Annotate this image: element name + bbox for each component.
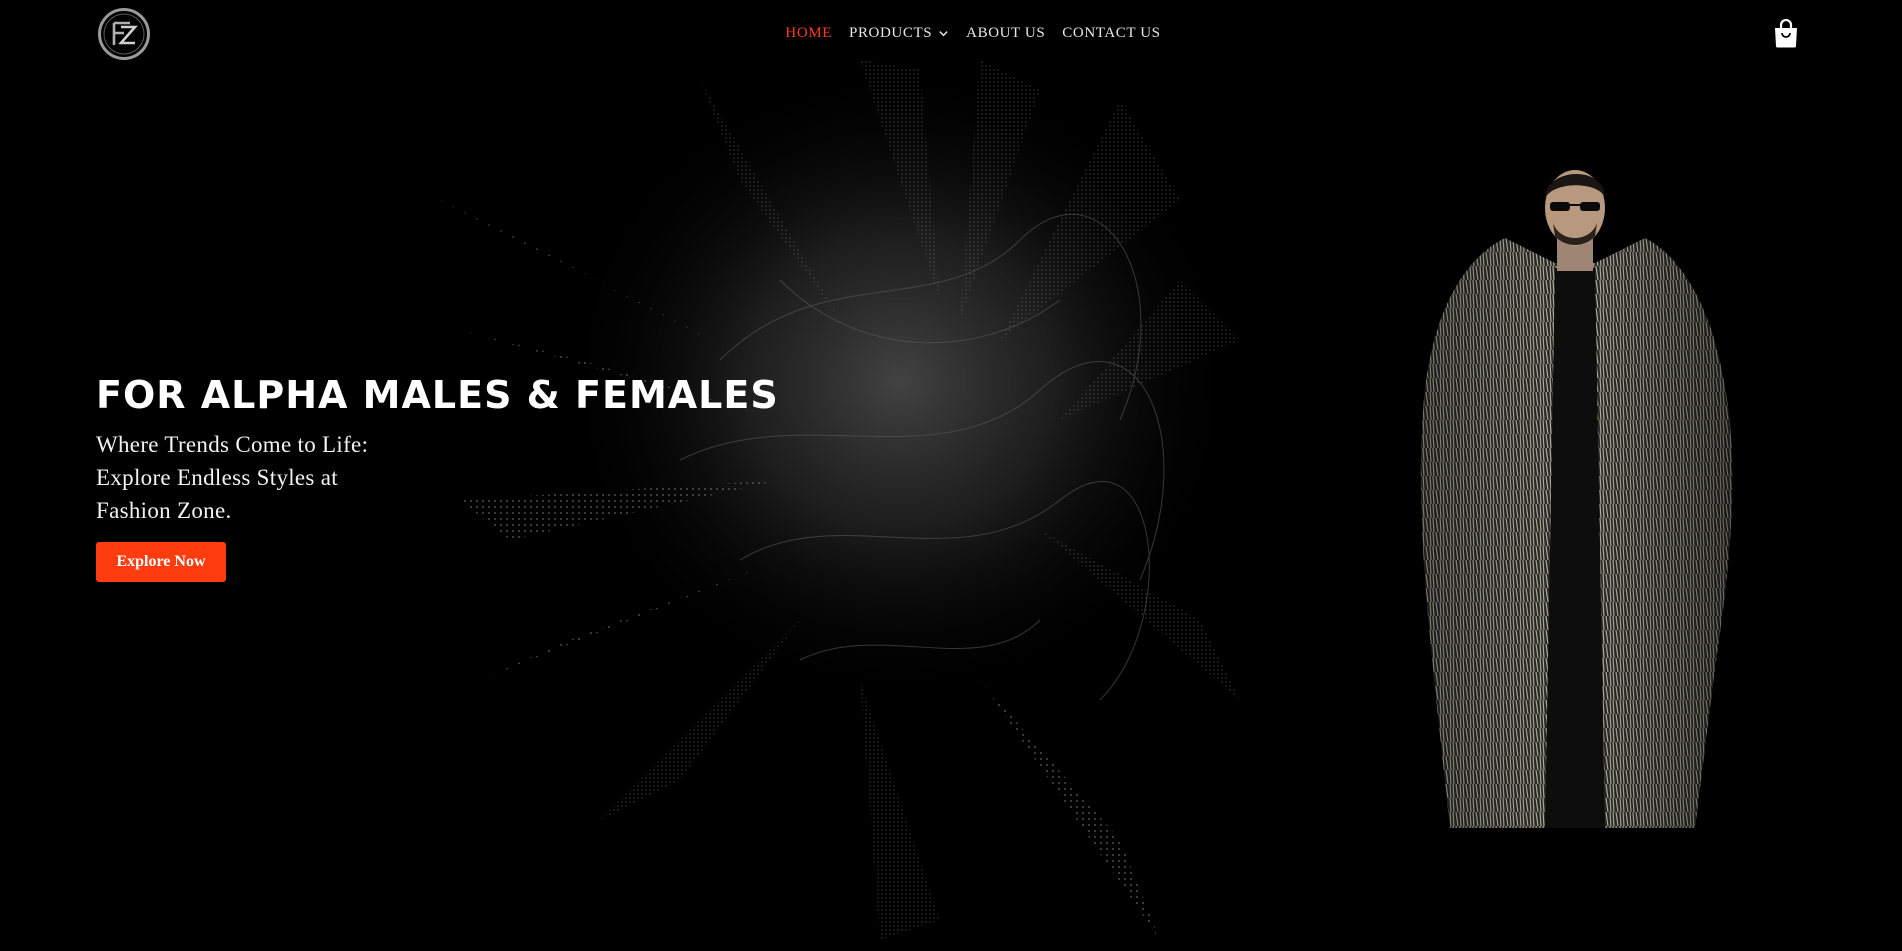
hero-title: FOR ALPHA MALES & FEMALES: [96, 373, 779, 417]
explore-now-button[interactable]: Explore Now: [96, 542, 226, 582]
nav-item-label: ABOUT US: [966, 25, 1046, 41]
nav-item-about-us[interactable]: ABOUT US: [966, 23, 1045, 43]
shopping-bag-icon[interactable]: [1773, 19, 1799, 48]
nav-item-label: CONTACT US: [1062, 25, 1161, 41]
main-nav: HOME PRODUCTS ABOUT US CONTACT US: [0, 23, 1902, 43]
nav-item-home[interactable]: HOME: [785, 23, 832, 43]
brand-logo[interactable]: [97, 7, 151, 61]
chevron-down-icon: [939, 30, 948, 36]
nav-item-label: HOME: [785, 25, 832, 41]
model-image: [1420, 170, 1733, 828]
nav-item-label: PRODUCTS: [849, 25, 933, 41]
particle-splash-art: [420, 60, 1280, 940]
nav-item-contact-us[interactable]: CONTACT US: [1062, 23, 1160, 43]
hero-subtitle: Where Trends Come to Life: Explore Endle…: [96, 432, 369, 523]
page: HOME PRODUCTS ABOUT US CONTACT US FOR AL…: [0, 0, 1902, 951]
nav-item-products[interactable]: PRODUCTS: [849, 23, 949, 43]
nav-menu: HOME PRODUCTS ABOUT US CONTACT US: [785, 23, 1160, 43]
